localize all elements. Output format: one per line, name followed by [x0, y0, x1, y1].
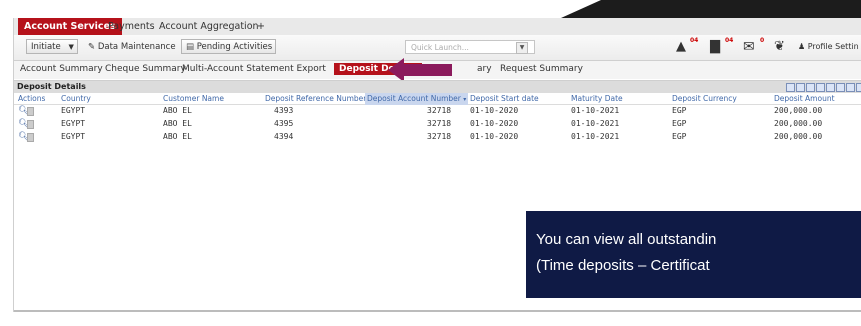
data-maintenance-button[interactable]: ✎ Data Maintenance ▼	[83, 39, 188, 54]
info-callout: You can view all outstandin (Time deposi…	[526, 211, 861, 298]
alert-icon[interactable]: ▲	[676, 39, 686, 54]
filter-icon[interactable]	[796, 83, 805, 92]
cell-maturity-date: 01-10-2021	[571, 119, 620, 128]
cell-currency: EGP	[672, 106, 687, 115]
initiate-button[interactable]: Initiate ▼	[26, 39, 78, 54]
panel-title: Deposit Details	[17, 82, 86, 91]
col-customer-name[interactable]: Customer Name	[163, 93, 224, 104]
cell-start-date: 01-10-2020	[470, 132, 519, 141]
print-icon[interactable]	[836, 83, 845, 92]
table-row[interactable]: 🔍︎ EGYPT ABO EL 4394 32718 01-10-2020 01…	[14, 131, 861, 143]
screen: Account Services Payments Account Aggreg…	[0, 0, 861, 326]
bottom-border	[14, 310, 861, 312]
col-actions[interactable]: Actions	[18, 93, 45, 104]
cell-customer-name: ABO EL	[163, 106, 192, 115]
tab-request-summary[interactable]: Request Summary	[500, 64, 583, 74]
cell-maturity-date: 01-10-2021	[571, 106, 620, 115]
export-icon[interactable]	[826, 83, 835, 92]
table-header: Actions Country Customer Name Deposit Re…	[14, 93, 861, 105]
callout-line-1: You can view all outstandin	[536, 231, 717, 248]
data-maintenance-label: Data Maintenance	[97, 42, 176, 52]
mail-badge: 0	[760, 37, 765, 44]
tab-summary[interactable]: ary	[477, 64, 492, 74]
tab-payments[interactable]: Payments	[108, 18, 155, 35]
tab-account-summary[interactable]: Account Summary	[20, 64, 103, 74]
profile-label: Profile Settin	[807, 42, 859, 51]
callout-line-2: (Time deposits – Certificat	[536, 257, 710, 274]
cell-currency: EGP	[672, 132, 687, 141]
pending-activities-label: Pending Activities	[196, 42, 273, 52]
cell-customer-name: ABO EL	[163, 119, 192, 128]
cell-deposit-account: 32718	[427, 132, 452, 141]
message-icon[interactable]: ▇	[710, 39, 720, 54]
cell-country: EGYPT	[61, 119, 86, 128]
cell-deposit-reference: 4395	[274, 119, 294, 128]
settings-icon[interactable]	[856, 83, 861, 92]
cell-amount: 200,000.00	[774, 106, 823, 115]
tab-multi-account-statement-export[interactable]: Multi-Account Statement Export	[182, 64, 326, 74]
quick-launch-input[interactable]: Quick Launch... ▼	[405, 40, 535, 54]
tab-account-aggregation[interactable]: Account Aggregation	[159, 18, 259, 35]
pending-activities-button[interactable]: ▤ Pending Activities	[181, 39, 276, 54]
col-deposit-amount[interactable]: Deposit Amount	[774, 93, 835, 104]
wrench-icon: ✎	[88, 42, 96, 52]
chevron-down-icon[interactable]: ▼	[516, 42, 528, 54]
col-deposit-reference-number[interactable]: Deposit Reference Number	[265, 93, 366, 104]
col-deposit-account-number-label: Deposit Account Number	[367, 94, 461, 103]
document-icon[interactable]	[27, 133, 34, 142]
col-deposit-start-date[interactable]: Deposit Start date	[470, 93, 539, 104]
collapse-icon[interactable]	[786, 83, 795, 92]
col-deposit-account-number[interactable]: Deposit Account Number ▾	[365, 93, 469, 105]
messages-badge: 04	[725, 37, 734, 44]
initiate-label: Initiate	[31, 42, 61, 52]
alerts-badge: 04	[690, 37, 699, 44]
leaf-icon[interactable]: ❦	[774, 39, 785, 54]
cell-start-date: 01-10-2020	[470, 106, 519, 115]
mail-icon[interactable]: ✉	[743, 39, 755, 55]
col-country[interactable]: Country	[61, 93, 91, 104]
table-row[interactable]: 🔍︎ EGYPT ABO EL 4395 32718 01-10-2020 01…	[14, 118, 861, 130]
cell-currency: EGP	[672, 119, 687, 128]
deposit-details-panel-header: Deposit Details	[14, 80, 861, 94]
cell-customer-name: ABO EL	[163, 132, 192, 141]
document-icon[interactable]	[27, 107, 34, 116]
help-icon[interactable]	[846, 83, 855, 92]
cell-deposit-reference: 4394	[274, 132, 294, 141]
cell-country: EGYPT	[61, 106, 86, 115]
quick-launch-placeholder: Quick Launch...	[411, 43, 469, 52]
columns-icon[interactable]	[806, 83, 815, 92]
cell-maturity-date: 01-10-2021	[571, 132, 620, 141]
tab-cheque-summary[interactable]: Cheque Summary	[105, 64, 186, 74]
sort-desc-icon: ▾	[463, 96, 467, 103]
table-row[interactable]: 🔍︎ EGYPT ABO EL 4393 32718 01-10-2020 01…	[14, 105, 861, 117]
top-tab-bar: Account Services Payments Account Aggreg…	[14, 18, 861, 36]
document-icon[interactable]	[27, 120, 34, 129]
refresh-icon[interactable]	[816, 83, 825, 92]
cell-deposit-account: 32718	[427, 106, 452, 115]
cell-start-date: 01-10-2020	[470, 119, 519, 128]
cell-deposit-account: 32718	[427, 119, 452, 128]
cell-country: EGYPT	[61, 132, 86, 141]
col-maturity-date[interactable]: Maturity Date	[571, 93, 623, 104]
col-deposit-currency[interactable]: Deposit Currency	[672, 93, 737, 104]
profile-settings-link[interactable]: ♟ Profile Settin	[798, 42, 859, 51]
header-swoosh	[561, 0, 861, 18]
cell-deposit-reference: 4393	[274, 106, 294, 115]
clipboard-icon: ▤	[186, 42, 195, 52]
user-icon: ♟	[798, 42, 806, 51]
tab-add-button[interactable]: +	[257, 18, 265, 35]
tab-account-services[interactable]: Account Services	[18, 18, 122, 35]
cell-amount: 200,000.00	[774, 132, 823, 141]
chevron-down-icon: ▼	[68, 43, 74, 51]
cell-amount: 200,000.00	[774, 119, 823, 128]
